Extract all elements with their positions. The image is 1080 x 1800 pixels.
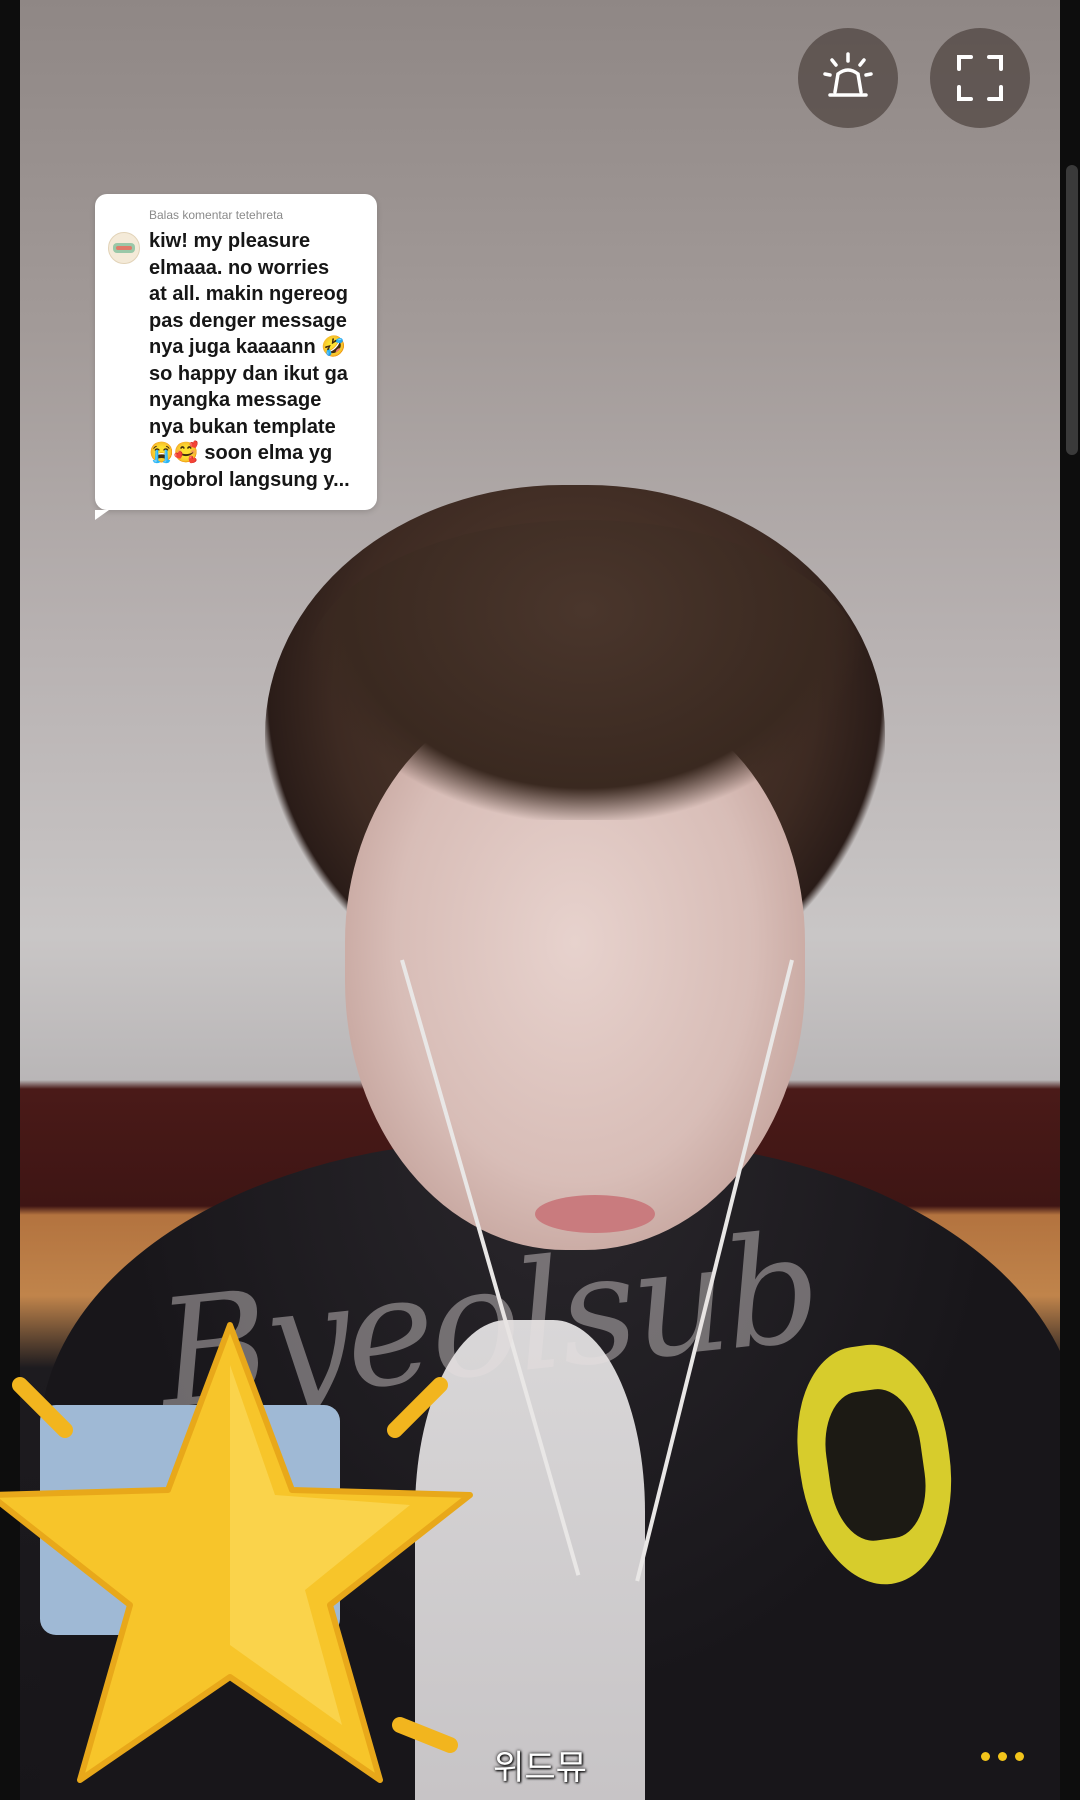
reply-text: kiw! my pleasure elmaaa. no worries at a… [149, 228, 367, 493]
siren-icon [823, 52, 873, 97]
reply-line: nya juga kaaaann 🤣 [149, 336, 347, 358]
reply-comment-card: Balas komentar tetehreta kiw! my pleasur… [95, 194, 377, 520]
reply-line: nyangka message [149, 389, 322, 411]
reply-line: so happy dan ikut ga [149, 362, 348, 385]
fullscreen-icon [957, 55, 1003, 101]
star-sticker-icon[interactable] [0, 1305, 490, 1800]
reply-line: kiw! my pleasure [149, 230, 311, 252]
reply-line: pas denger message [149, 309, 347, 332]
reply-line: 😭🥰 soon elma yg [149, 442, 333, 464]
right-edge [1060, 0, 1080, 1800]
commenter-avatar [108, 232, 140, 264]
more-dots-icon[interactable] [981, 1752, 1024, 1761]
person-bangs [305, 520, 865, 820]
alert-button[interactable] [798, 28, 898, 128]
scrollbar[interactable] [1066, 165, 1078, 455]
caption-text: 위드뮤 [493, 1748, 587, 1788]
fullscreen-button[interactable] [930, 28, 1030, 128]
reply-line: ngobrol langsung y... [149, 468, 350, 491]
reply-header: Balas komentar tetehreta [149, 208, 284, 222]
reply-line: elmaaa. no worries [149, 256, 330, 279]
reply-line: nya bukan template [149, 415, 336, 438]
reply-line: at all. makin ngereog [149, 283, 348, 305]
